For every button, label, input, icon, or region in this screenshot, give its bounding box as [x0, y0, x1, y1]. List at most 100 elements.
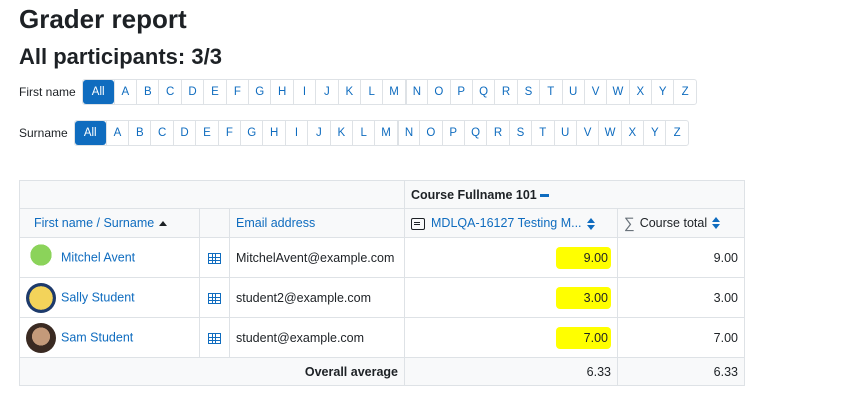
- forum-icon: [411, 217, 425, 230]
- email-cell: MitchelAvent@example.com: [229, 237, 405, 278]
- participants-count: All participants: 3/3: [19, 44, 222, 69]
- surname-initial-b[interactable]: B: [128, 121, 150, 145]
- course-name: Course Fullname 101: [411, 187, 537, 202]
- user-name-link[interactable]: Sam Student: [61, 330, 133, 344]
- surname-initials-label: Surname: [19, 126, 68, 140]
- surname-initial-a[interactable]: A: [105, 121, 128, 145]
- firstname-initial-e[interactable]: E: [203, 80, 225, 104]
- email-column-header: Email address: [229, 208, 405, 238]
- firstname-initial-u[interactable]: U: [561, 80, 584, 104]
- sort-toggle-icon[interactable]: [712, 217, 721, 229]
- sort-toggle-icon[interactable]: [586, 217, 595, 230]
- grade-cell[interactable]: 3.00: [404, 277, 618, 318]
- profile-cell: [199, 317, 230, 358]
- surname-initial-e[interactable]: E: [195, 121, 217, 145]
- photo-avatar[interactable]: [26, 322, 56, 353]
- surname-initial-g[interactable]: G: [240, 121, 262, 145]
- user-name-link[interactable]: Sally Student: [61, 290, 135, 304]
- grade-cell[interactable]: 7.00: [404, 317, 618, 358]
- firstname-initial-v[interactable]: V: [583, 80, 606, 104]
- surname-initial-all[interactable]: All: [74, 121, 106, 145]
- user-name-cell: Sally Student: [19, 277, 200, 318]
- firstname-initial-s[interactable]: S: [516, 80, 539, 104]
- grade-cell[interactable]: 9.00: [404, 237, 618, 278]
- firstname-initial-a[interactable]: A: [113, 80, 136, 104]
- surname-initial-j[interactable]: J: [307, 121, 329, 145]
- surname-initial-r[interactable]: R: [486, 121, 508, 145]
- firstname-initial-y[interactable]: Y: [651, 80, 673, 104]
- total-cell: 9.00: [617, 237, 745, 278]
- surname-initial-p[interactable]: P: [441, 121, 464, 145]
- surname-initial-v[interactable]: V: [575, 121, 598, 145]
- user-name-link[interactable]: Mitchel Avent: [61, 250, 135, 264]
- gradebook-icon[interactable]: [208, 332, 221, 344]
- surname-initial-i[interactable]: I: [284, 121, 307, 145]
- surname-initial-c[interactable]: C: [150, 121, 172, 145]
- surname-initials-bar: Surname All A B C D E F G H I J K L M N O P Q R S T U V W X Y Z: [19, 120, 689, 146]
- firstname-initials-list: All A B C D E F G H I J K L M N O P Q R S T U V W X Y Z: [81, 79, 697, 105]
- surname-initials-list: All A B C D E F G H I J K L M N O P Q R S T U V W X Y Z: [73, 120, 689, 146]
- firstname-initial-d[interactable]: D: [180, 80, 203, 104]
- firstname-initial-i[interactable]: I: [292, 80, 315, 104]
- firstname-initial-c[interactable]: C: [158, 80, 180, 104]
- surname-initial-t[interactable]: T: [531, 121, 553, 145]
- surname-initial-d[interactable]: D: [172, 121, 195, 145]
- total-cell: 7.00: [617, 317, 745, 358]
- collapse-icon[interactable]: [539, 193, 549, 197]
- surname-initial-n[interactable]: N: [396, 121, 419, 145]
- surname-initial-h[interactable]: H: [262, 121, 284, 145]
- average-label: Overall average: [19, 357, 405, 386]
- profile-column-header: [199, 208, 230, 238]
- surname-initial-q[interactable]: Q: [463, 121, 486, 145]
- firstname-initial-h[interactable]: H: [270, 80, 292, 104]
- firstname-initial-r[interactable]: R: [494, 80, 516, 104]
- monster-avatar[interactable]: [26, 242, 56, 273]
- gradebook-icon[interactable]: [208, 292, 221, 304]
- table-row: Sally Student student2@example.com 3.00 …: [19, 277, 745, 318]
- smiley-avatar[interactable]: [26, 282, 56, 313]
- average-total: 6.33: [617, 357, 745, 386]
- firstname-initial-k[interactable]: K: [337, 80, 360, 104]
- firstname-initial-w[interactable]: W: [606, 80, 628, 104]
- grade-value: 7.00: [555, 326, 611, 349]
- grade-value: 9.00: [555, 246, 611, 269]
- firstname-initial-o[interactable]: O: [427, 80, 449, 104]
- sort-name-link[interactable]: First name / Surname: [34, 216, 154, 230]
- name-column-header: First name / Surname: [19, 208, 200, 238]
- surname-initial-l[interactable]: L: [352, 121, 374, 145]
- category-header-row: Course Fullname 101: [19, 180, 745, 209]
- firstname-initial-b[interactable]: B: [136, 80, 158, 104]
- surname-initial-s[interactable]: S: [508, 121, 531, 145]
- firstname-initial-n[interactable]: N: [404, 80, 427, 104]
- firstname-initial-j[interactable]: J: [315, 80, 337, 104]
- surname-initial-u[interactable]: U: [553, 121, 576, 145]
- surname-initial-k[interactable]: K: [329, 121, 352, 145]
- firstname-initial-g[interactable]: G: [248, 80, 270, 104]
- grader-table: Course Fullname 101 First name / Surname…: [19, 180, 745, 386]
- surname-initial-f[interactable]: F: [217, 121, 240, 145]
- sort-email-link[interactable]: Email address: [236, 216, 315, 230]
- surname-initial-m[interactable]: M: [374, 121, 396, 145]
- firstname-initial-m[interactable]: M: [382, 80, 404, 104]
- firstname-initial-l[interactable]: L: [359, 80, 382, 104]
- user-name-cell: Sam Student: [19, 317, 200, 358]
- firstname-initial-p[interactable]: P: [449, 80, 472, 104]
- surname-initial-x[interactable]: X: [620, 121, 643, 145]
- firstname-initial-all[interactable]: All: [82, 80, 114, 104]
- surname-initial-y[interactable]: Y: [643, 121, 665, 145]
- total-cell: 3.00: [617, 277, 745, 318]
- firstname-initial-f[interactable]: F: [225, 80, 248, 104]
- activity-link[interactable]: MDLQA-16127 Testing M...: [431, 216, 582, 230]
- profile-cell: [199, 237, 230, 278]
- firstname-initial-t[interactable]: T: [539, 80, 561, 104]
- surname-initial-o[interactable]: O: [419, 121, 441, 145]
- surname-initial-z[interactable]: Z: [665, 121, 687, 145]
- total-column-header: ∑ Course total: [617, 208, 745, 238]
- surname-initial-w[interactable]: W: [598, 121, 620, 145]
- table-row: Mitchel Avent MitchelAvent@example.com 9…: [19, 237, 745, 278]
- firstname-initial-x[interactable]: X: [628, 80, 651, 104]
- firstname-initial-z[interactable]: Z: [673, 80, 695, 104]
- average-row: Overall average 6.33 6.33: [19, 357, 745, 386]
- firstname-initial-q[interactable]: Q: [471, 80, 494, 104]
- gradebook-icon[interactable]: [208, 252, 221, 264]
